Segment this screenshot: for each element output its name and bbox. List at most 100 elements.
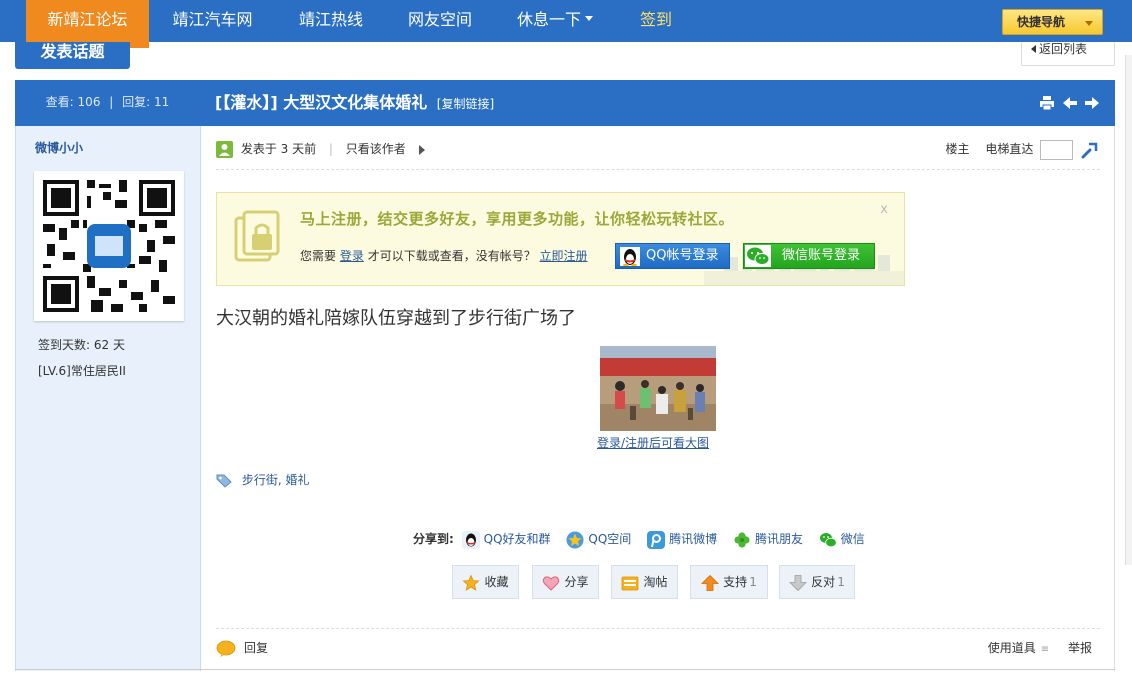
favorite-button[interactable]: 收藏 xyxy=(452,565,519,599)
top-nav: 新靖江论坛 靖江汽车网 靖江热线 网友空间 休息一下 签到 快捷导航 xyxy=(0,0,1132,48)
nav-item-relax[interactable]: 休息一下 xyxy=(500,0,610,42)
share-label: 分享到: xyxy=(413,532,454,546)
qq-login-label: QQ帐号登录 xyxy=(646,248,719,263)
floor-number-input[interactable] xyxy=(1040,139,1074,160)
post-tools: 使用道具 ≡ 举报 xyxy=(988,638,1092,658)
support-button[interactable]: 支持 1 xyxy=(690,565,768,599)
nav-item-forum[interactable]: 新靖江论坛 xyxy=(26,0,149,48)
use-tool-button[interactable]: 使用道具 xyxy=(988,641,1036,655)
oppose-count: 1 xyxy=(837,575,845,589)
chevron-right-icon xyxy=(418,144,425,155)
post-new-button[interactable]: 发表话题 xyxy=(15,42,130,69)
favorite-label: 收藏 xyxy=(484,575,509,589)
support-count: 1 xyxy=(749,575,757,589)
chevron-down-icon xyxy=(585,16,593,21)
chevron-left-icon xyxy=(1031,45,1036,53)
arrow-down-icon xyxy=(789,574,808,591)
views-count: 106 xyxy=(77,95,101,109)
wechat-icon xyxy=(745,245,771,267)
desc-pre: 您需要 xyxy=(300,249,337,263)
share-wechat-label: 微信 xyxy=(840,532,865,546)
nav-item-auto[interactable]: 靖江汽车网 xyxy=(155,0,270,42)
post-content: 大汉朝的婚礼陪嫁队伍穿越到了步行街广场了 xyxy=(216,308,576,329)
user-level: [LV.6]常住居民II xyxy=(38,364,126,378)
qq-login-button[interactable]: QQ帐号登录 xyxy=(615,243,730,269)
share-qq-friends[interactable]: QQ好友和群 xyxy=(461,528,551,550)
tag-link[interactable]: 婚礼 xyxy=(286,473,310,487)
divider xyxy=(216,169,1100,170)
taotie-button[interactable]: 淘帖 xyxy=(611,565,678,599)
go-floor-icon[interactable] xyxy=(1081,141,1099,159)
post-meta: 发表于 3 天前 | 只看该作者 xyxy=(216,140,425,158)
qq-penguin-icon xyxy=(620,247,640,266)
back-to-list-label: 返回列表 xyxy=(1039,42,1088,56)
nav-item-space[interactable]: 网友空间 xyxy=(392,0,488,42)
views-label: 查看: xyxy=(45,95,74,109)
quick-nav-button[interactable]: 快捷导航 xyxy=(1002,9,1103,35)
checkin-days: 签到天数: 62 天 xyxy=(38,338,125,352)
register-link[interactable]: 立即注册 xyxy=(540,249,588,263)
share-tencent-pengyou[interactable]: 腾讯朋友 xyxy=(733,528,803,550)
share-qzone-label: QQ空间 xyxy=(588,532,632,546)
wechat-login-button[interactable]: 微信账号登录 xyxy=(743,243,875,269)
qq-icon xyxy=(461,530,480,549)
image-login-caption[interactable]: 登录/注册后可看大图 xyxy=(597,434,709,451)
post-image-thumbnail[interactable] xyxy=(600,346,716,431)
heart-icon xyxy=(543,575,560,591)
post-tags: 步行街, 婚礼 xyxy=(216,471,310,489)
thread-stats: 查看: 106 | 回复: 11 xyxy=(15,80,200,126)
nav-item-checkin[interactable]: 签到 xyxy=(625,0,687,42)
copy-link-button[interactable]: [复制链接] xyxy=(437,97,494,111)
divider xyxy=(216,628,1100,629)
print-icon[interactable] xyxy=(1039,95,1055,111)
share-button-label: 分享 xyxy=(564,575,589,589)
oppose-button[interactable]: 反对 1 xyxy=(779,565,855,599)
thread-title-text: [【灌水】] 大型汉文化集体婚礼 xyxy=(215,93,428,112)
tencent-weibo-icon xyxy=(647,530,666,549)
tag-link[interactable]: 步行街 xyxy=(242,473,278,487)
back-to-list-button[interactable]: 返回列表 xyxy=(1021,42,1115,66)
folder-icon xyxy=(622,576,639,590)
tag-icon xyxy=(216,474,232,488)
reply-button[interactable]: 回复 xyxy=(216,638,268,658)
lock-icon xyxy=(234,210,280,262)
thread-header: 查看: 106 | 回复: 11 [【灌水】] 大型汉文化集体婚礼 [复制链接] xyxy=(15,80,1115,126)
nav-item-relax-label: 休息一下 xyxy=(516,10,581,29)
share-bar: 分享到: QQ好友和群 QQ空间 腾讯微博 腾讯朋友 微信 xyxy=(413,528,877,550)
meta-separator: | xyxy=(328,142,333,156)
login-prompt: 马上注册，结交更多好友，享用更多功能，让你轻松玩转社区。 您需要 登录 才可以下… xyxy=(216,192,905,286)
desc-mid: 才可以下载或查看，没有帐号？ xyxy=(367,249,536,263)
clover-icon xyxy=(734,531,750,548)
arrow-up-icon xyxy=(701,574,720,591)
author-name[interactable]: 微博小小 xyxy=(35,139,83,156)
login-link[interactable]: 登录 xyxy=(340,249,364,263)
prev-thread-icon[interactable] xyxy=(1062,95,1078,111)
share-tencent-weibo-label: 腾讯微博 xyxy=(669,532,718,546)
reply-label: 回复 xyxy=(244,641,269,655)
jump-floor-label: 电梯直达 xyxy=(985,142,1034,156)
page-bottom-border xyxy=(15,669,1115,670)
close-icon[interactable]: x xyxy=(880,202,888,217)
nav-item-hotline[interactable]: 靖江热线 xyxy=(282,0,380,42)
oppose-label: 反对 xyxy=(811,575,836,589)
next-thread-icon[interactable] xyxy=(1084,95,1100,111)
post-main: 发表于 3 天前 | 只看该作者 楼主 电梯直达 马上注册，结交更多好友，享用更… xyxy=(201,126,1115,671)
share-qq-friends-label: QQ好友和群 xyxy=(483,532,551,546)
star-icon xyxy=(462,573,481,591)
replies-count: 11 xyxy=(154,95,170,109)
post-time: 发表于 3 天前 xyxy=(240,142,317,156)
chevron-down-icon: ≡ xyxy=(1040,644,1050,655)
login-description: 您需要 登录 才可以下载或查看，没有帐号？ 立即注册 xyxy=(300,247,588,264)
share-button[interactable]: 分享 xyxy=(532,565,599,599)
share-wechat[interactable]: 微信 xyxy=(819,528,865,550)
qr-code-icon xyxy=(43,180,175,312)
only-author-link[interactable]: 只看该作者 xyxy=(346,142,406,156)
share-qzone[interactable]: QQ空间 xyxy=(566,528,631,550)
report-button[interactable]: 举报 xyxy=(1068,641,1092,655)
scrollbar[interactable] xyxy=(1125,55,1132,565)
stats-separator: | xyxy=(109,95,114,109)
share-tencent-weibo[interactable]: 腾讯微博 xyxy=(647,528,717,550)
register-headline: 马上注册，结交更多好友，享用更多功能，让你轻松玩转社区。 xyxy=(300,210,735,228)
user-online-icon xyxy=(216,141,233,158)
wechat-icon xyxy=(819,532,837,547)
